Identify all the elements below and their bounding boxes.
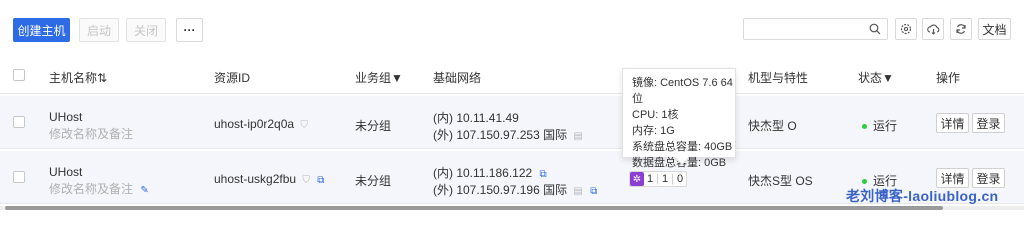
start-button[interactable]: 启动 xyxy=(79,18,119,42)
edit-remark-link[interactable]: 修改名称及备注 ✎ xyxy=(49,180,149,197)
status-running-dot xyxy=(862,124,867,130)
select-all-checkbox[interactable] xyxy=(13,69,25,81)
resource-id: uhost-ip0r2q0a ⛉ xyxy=(214,117,308,131)
table-header: 主机名称⇅ 资源ID 业务组▼ 基础网络 机型与特性 状态▼ 操作 xyxy=(0,58,1024,94)
detail-button[interactable]: 详情 xyxy=(936,113,969,133)
table-row: UHost 修改名称及备注 uhost-ip0r2q0a ⛉ 未分组 (内) 1… xyxy=(0,96,1024,149)
internal-ip-text: (内) 10.11.186.122 xyxy=(433,166,533,180)
create-host-button[interactable]: 创建主机 xyxy=(13,18,70,42)
business-group: 未分组 xyxy=(355,119,392,133)
copy-icon[interactable]: ⧉ xyxy=(590,186,597,197)
external-ip-text: (外) 107.150.97.196 国际 xyxy=(433,183,568,197)
column-status[interactable]: 状态▼ xyxy=(858,69,894,86)
spec-mem: 1 xyxy=(661,173,669,185)
tooltip-image: 镜像: CentOS 7.6 64位 xyxy=(632,77,733,105)
more-button[interactable]: ··· xyxy=(176,18,203,42)
external-ip: (外) 107.150.97.253 国际 ▤ xyxy=(433,126,583,143)
external-ip-text: (外) 107.150.97.253 国际 xyxy=(433,128,568,142)
search-icon[interactable] xyxy=(869,23,881,38)
spec-gpu: 0 xyxy=(676,173,684,185)
resource-id-text: uhost-uskg2fbu xyxy=(214,172,297,186)
login-button[interactable]: 登录 xyxy=(972,113,1005,133)
resource-id-text: uhost-ip0r2q0a xyxy=(214,117,295,131)
search-input[interactable] xyxy=(748,19,868,39)
internal-ip: (内) 10.11.186.122 ⧉ xyxy=(433,164,547,181)
spec-badge[interactable]: ✲ 1 | 1 | 0 xyxy=(629,171,688,187)
copy-icon[interactable]: ⧉ xyxy=(317,175,324,186)
horizontal-scrollbar[interactable] xyxy=(0,206,1024,210)
host-name[interactable]: UHost xyxy=(49,110,82,124)
column-operations: 操作 xyxy=(936,71,961,85)
row-checkbox[interactable] xyxy=(13,116,25,128)
edit-icon[interactable]: ✎ xyxy=(140,185,148,196)
internal-ip: (内) 10.11.41.49 xyxy=(433,111,519,125)
row-checkbox[interactable] xyxy=(13,171,25,183)
stop-button[interactable]: 关闭 xyxy=(126,18,166,42)
watermark: 老刘博客-laoliublog.cn xyxy=(846,188,999,204)
host-name[interactable]: UHost xyxy=(49,165,82,179)
status: 运行 xyxy=(862,117,897,134)
login-button[interactable]: 登录 xyxy=(972,168,1005,188)
resource-id: uhost-uskg2fbu ⛉ ⧉ xyxy=(214,172,324,186)
external-ip: (外) 107.150.97.196 国际 ▤ ⧉ xyxy=(433,181,597,198)
copy-icon[interactable]: ▤ xyxy=(573,186,582,197)
search-box[interactable] xyxy=(743,18,888,40)
business-group: 未分组 xyxy=(355,174,392,188)
edit-remark-text[interactable]: 修改名称及备注 xyxy=(49,182,133,196)
column-network: 基础网络 xyxy=(433,71,482,85)
column-model: 机型与特性 xyxy=(748,71,809,85)
copy-icon[interactable]: ⧉ xyxy=(540,169,547,180)
machine-model: 快杰S型 OS xyxy=(748,174,813,188)
status-running-dot xyxy=(862,179,867,185)
shield-icon: ⛉ xyxy=(302,175,310,186)
machine-model: 快杰型 O xyxy=(748,119,797,133)
scrollbar-thumb[interactable] xyxy=(5,206,943,210)
docs-button[interactable]: 文档 xyxy=(978,18,1011,40)
status-text: 运行 xyxy=(873,119,898,133)
tooltip-memory: 内存: 1G xyxy=(632,125,675,137)
spec-cpu: 1 xyxy=(647,173,654,185)
column-host-name[interactable]: 主机名称⇅ xyxy=(49,69,107,86)
cloud-download-icon[interactable] xyxy=(922,18,944,40)
detail-button[interactable]: 详情 xyxy=(936,168,969,188)
column-resource-id: 资源ID xyxy=(214,71,251,85)
spec-tooltip: 镜像: CentOS 7.6 64位 CPU: 1核 内存: 1G 系统盘总容量… xyxy=(622,68,736,169)
tooltip-cpu: CPU: 1核 xyxy=(632,109,679,121)
refresh-icon[interactable] xyxy=(950,18,972,40)
column-business-group[interactable]: 业务组▼ xyxy=(355,69,403,86)
copy-icon[interactable]: ▤ xyxy=(573,131,582,142)
shield-icon: ⛉ xyxy=(300,120,308,131)
settings-gear-icon[interactable] xyxy=(895,18,917,40)
config-gear-icon: ✲ xyxy=(630,172,644,186)
edit-remark-link[interactable]: 修改名称及备注 xyxy=(49,125,133,142)
